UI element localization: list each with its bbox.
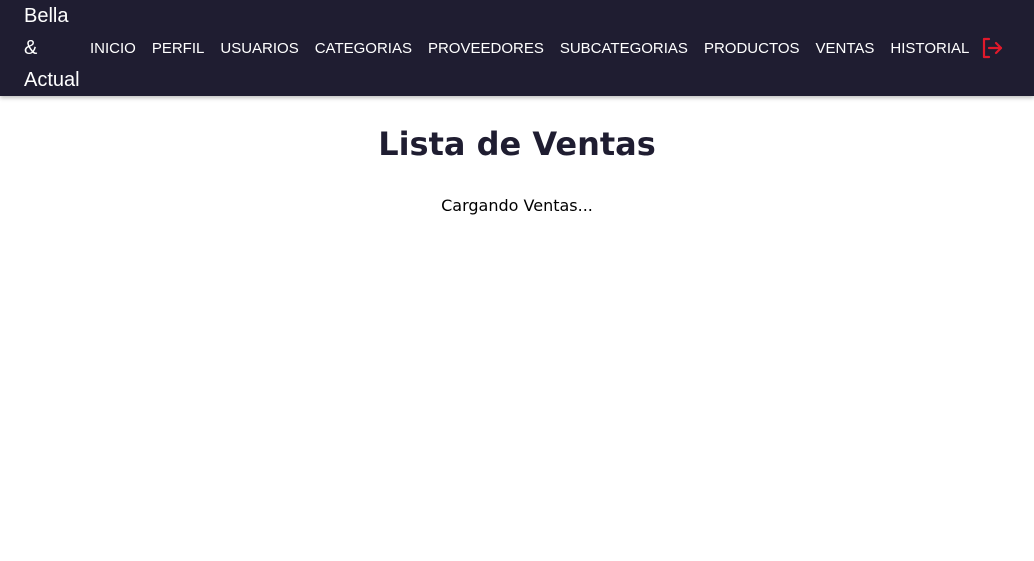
brand-line-3: Actual xyxy=(24,69,80,91)
top-navbar: Bella & Actual INICIO PERFIL USUARIOS CA… xyxy=(0,0,1034,96)
nav-item-ventas[interactable]: VENTAS xyxy=(808,40,883,57)
nav-item-categorias[interactable]: CATEGORIAS xyxy=(307,40,420,57)
logout-button[interactable] xyxy=(980,36,1004,60)
main-content: Lista de Ventas Cargando Ventas... xyxy=(0,96,1034,215)
nav-item-productos[interactable]: PRODUCTOS xyxy=(696,40,808,57)
nav-item-inicio[interactable]: INICIO xyxy=(82,40,144,57)
loading-message: Cargando Ventas... xyxy=(441,196,593,215)
logout-icon xyxy=(982,37,1003,59)
nav-item-usuarios[interactable]: USUARIOS xyxy=(212,40,306,57)
nav-menu: INICIO PERFIL USUARIOS CATEGORIAS PROVEE… xyxy=(82,0,977,96)
nav-item-subcategorias[interactable]: SUBCATEGORIAS xyxy=(552,40,696,57)
nav-item-perfil[interactable]: PERFIL xyxy=(144,40,213,57)
nav-item-historial[interactable]: HISTORIAL xyxy=(882,40,977,57)
brand-line-2: & xyxy=(24,37,38,59)
brand-logo[interactable]: Bella & Actual xyxy=(24,0,86,96)
page-title: Lista de Ventas xyxy=(378,125,656,163)
nav-item-proveedores[interactable]: PROVEEDORES xyxy=(420,40,552,57)
brand-line-1: Bella xyxy=(24,5,69,27)
